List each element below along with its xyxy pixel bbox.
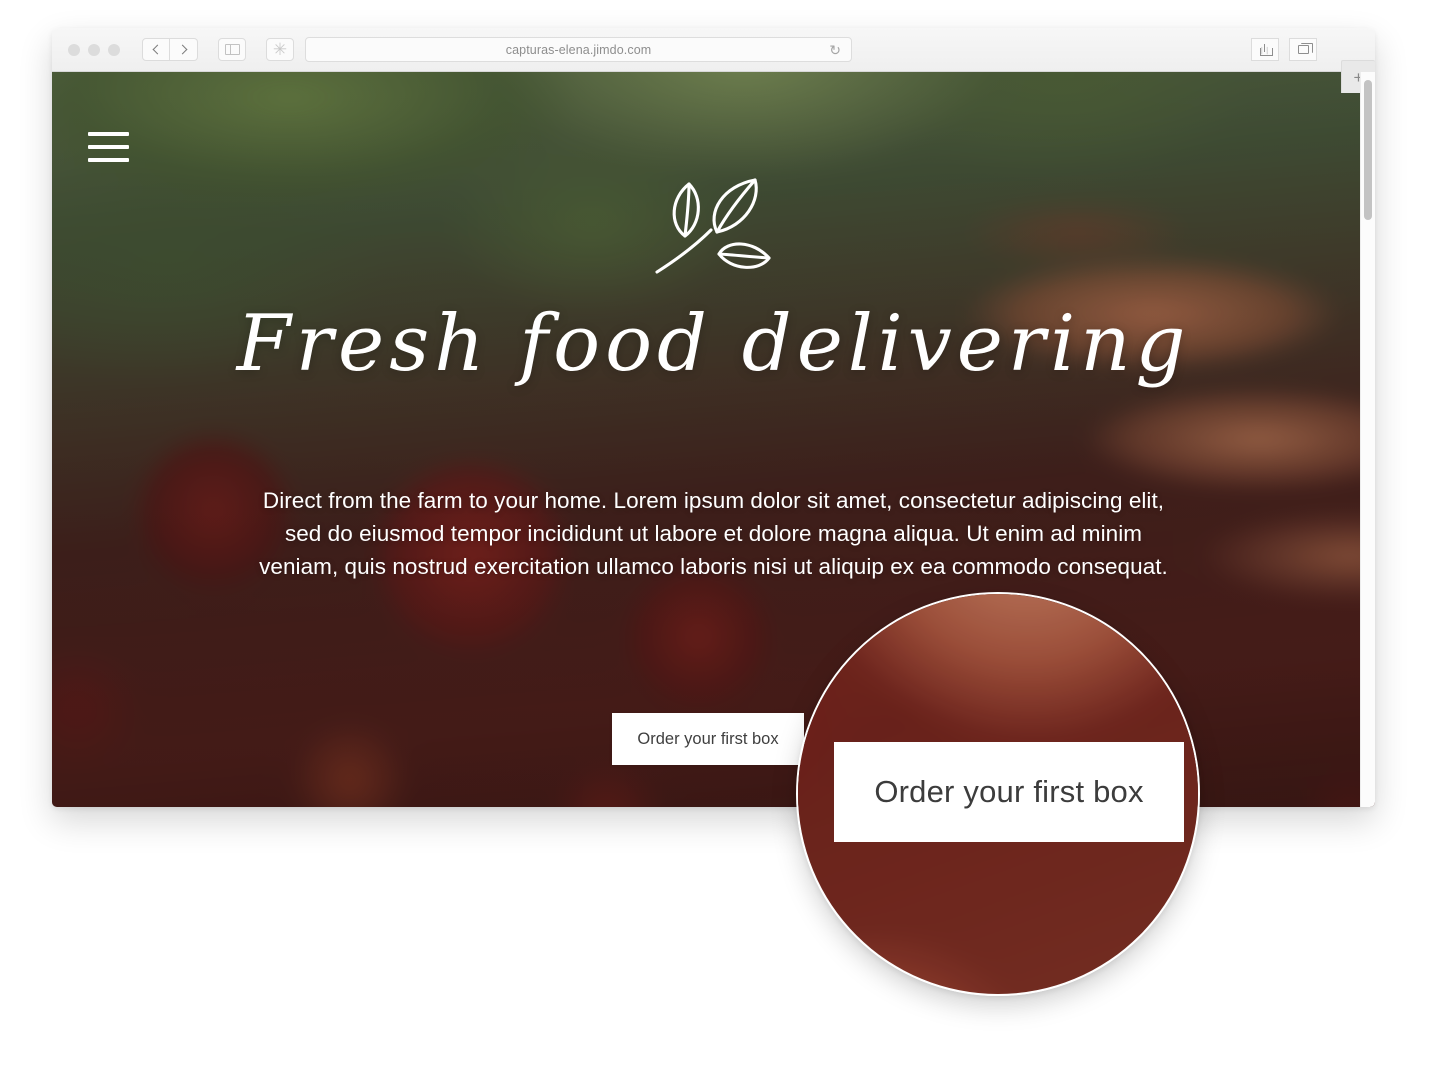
zoom-callout-circle: Order your first box — [796, 592, 1200, 996]
hero-description: Direct from the farm to your home. Lorem… — [259, 488, 1168, 579]
sidebar-toggle-button[interactable] — [218, 38, 246, 61]
chevron-left-icon — [152, 44, 163, 55]
hamburger-bar-1 — [88, 132, 129, 136]
hamburger-menu-icon[interactable] — [88, 132, 129, 162]
tabs-icon — [1297, 42, 1313, 54]
extensions-button[interactable]: ✳ — [266, 38, 294, 61]
address-bar[interactable]: capturas-elena.jimdo.com ↻ — [305, 37, 852, 62]
browser-toolbar: ✳ capturas-elena.jimdo.com ↻ — [52, 28, 1375, 72]
share-button[interactable] — [1251, 38, 1279, 61]
asterisk-icon: ✳ — [272, 40, 288, 59]
zoom-callout-button: Order your first box — [834, 742, 1184, 842]
close-window-button[interactable] — [68, 43, 80, 56]
leaf-sprig-logo-icon — [654, 178, 771, 274]
minimize-window-button[interactable] — [88, 43, 100, 56]
navigation-buttons — [142, 38, 198, 61]
page-scrollbar[interactable] — [1360, 72, 1375, 807]
scrollbar-thumb[interactable] — [1364, 80, 1372, 220]
maximize-window-button[interactable] — [108, 43, 120, 56]
page-title: Fresh food delivering — [236, 299, 1191, 389]
hamburger-bar-3 — [88, 158, 129, 162]
chevron-right-icon — [177, 44, 187, 55]
traffic-lights — [68, 43, 120, 56]
sidebar-icon — [224, 43, 240, 56]
order-first-box-button[interactable]: Order your first box — [612, 713, 804, 765]
toolbar-right-buttons — [1251, 38, 1317, 61]
back-button[interactable] — [142, 38, 170, 61]
share-icon — [1259, 43, 1273, 56]
show-all-tabs-button[interactable] — [1289, 38, 1317, 61]
reload-icon[interactable]: ↻ — [829, 43, 841, 57]
hamburger-bar-2 — [88, 145, 129, 149]
forward-button[interactable] — [170, 38, 198, 61]
url-text: capturas-elena.jimdo.com — [505, 42, 652, 57]
